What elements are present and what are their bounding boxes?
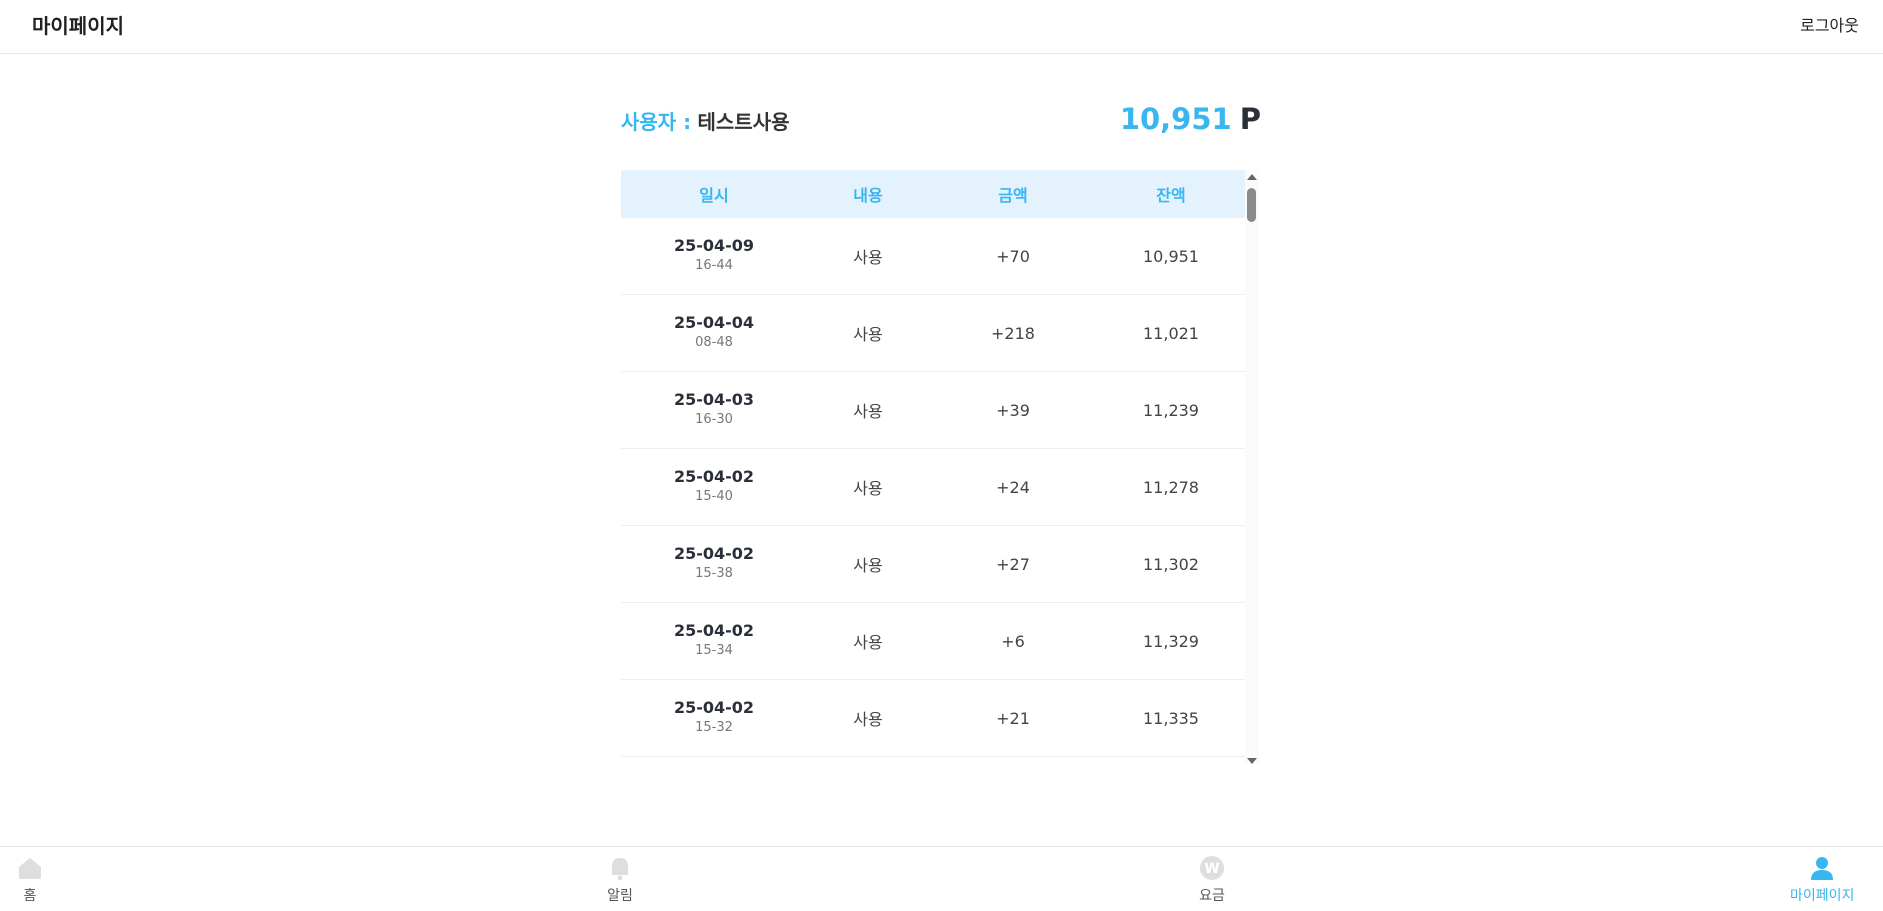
content-cell: 사용 [853,710,883,729]
nav-mypage[interactable]: 마이페이지 [1790,855,1854,905]
points-unit: P [1239,102,1261,136]
date-text: 25-04-09 [673,236,755,255]
table-row: 25-04-02 15-38 사용 +27 11,302 [621,526,1245,603]
user-icon [1811,857,1834,880]
content-cell: 사용 [853,556,883,575]
user-label: 사용자 : [621,110,692,134]
header-amount: 금액 [998,186,1028,205]
date-text: 25-04-02 [673,621,755,640]
datetime-cell: 25-04-04 08-48 [621,313,807,353]
header-content: 내용 [853,186,883,205]
table-row: 25-04-02 15-32 사용 +21 11,335 [621,680,1245,757]
datetime-cell: 25-04-02 15-40 [621,467,807,507]
amount-cell: +27 [996,554,1030,574]
datetime-cell: 25-04-02 15-34 [621,621,807,661]
content-cell: 사용 [853,402,883,421]
amount-cell: +39 [996,400,1030,420]
nav-home-label: 홈 [23,888,37,904]
table-row: 25-04-02 15-40 사용 +24 11,278 [621,449,1245,526]
scroll-down-arrow-icon[interactable] [1247,758,1257,764]
date-text: 25-04-02 [673,467,755,486]
amount-cell: +70 [996,246,1030,266]
balance-cell: 11,021 [1143,323,1199,343]
balance-cell: 11,239 [1143,400,1199,420]
table-row: 25-04-03 16-30 사용 +39 11,239 [621,372,1245,449]
nav-mypage-label: 마이페이지 [1790,888,1855,904]
balance-cell: 10,951 [1143,246,1199,266]
datetime-cell: 25-04-02 15-38 [621,544,807,584]
page-title: 마이페이지 [32,14,124,38]
balance-cell: 11,302 [1143,554,1199,574]
nav-fee[interactable]: W 요금 [1199,855,1225,905]
table-row: 25-04-09 16-44 사용 +70 10,951 [621,218,1245,295]
nav-home[interactable]: 홈 [17,855,43,905]
amount-cell: +6 [1001,631,1025,651]
nav-alerts-label: 알림 [607,888,633,904]
header-balance: 잔액 [1156,186,1186,205]
datetime-cell: 25-04-03 16-30 [621,390,807,430]
table-row: 25-04-04 08-48 사용 +218 11,021 [621,295,1245,372]
nav-alerts[interactable]: 알림 [607,855,633,905]
time-text: 15-34 [695,643,733,658]
user-info: 사용자 : 테스트사용 [621,106,790,135]
header-datetime: 일시 [699,186,729,205]
won-coin-icon: W [1200,856,1224,880]
datetime-cell: 25-04-09 16-44 [621,236,807,276]
table-row: 25-04-02 15-34 사용 +6 11,329 [621,603,1245,680]
table-body[interactable]: 25-04-09 16-44 사용 +70 10,951 25-04-04 08-4… [621,218,1245,758]
amount-cell: +218 [991,323,1035,343]
scroll-up-arrow-icon[interactable] [1247,174,1257,180]
time-text: 15-32 [695,720,733,735]
balance-cell: 11,335 [1143,708,1199,728]
svg-text:W: W [1204,861,1219,877]
scrollbar-thumb[interactable] [1247,188,1256,222]
logout-button[interactable]: 로그아웃 [1800,12,1859,36]
balance-cell: 11,278 [1143,477,1199,497]
time-text: 16-44 [695,258,733,273]
balance-cell: 11,329 [1143,631,1199,651]
user-name: 테스트사용 [697,110,790,134]
bell-icon [612,858,628,881]
table-header: 일시 내용 금액 잔액 [621,170,1245,218]
table-scrollbar[interactable] [1245,170,1259,764]
time-text: 16-30 [695,412,733,427]
points-value: 10,951 [1119,102,1232,136]
content-cell: 사용 [853,248,883,267]
date-text: 25-04-03 [673,390,755,409]
home-icon [19,858,41,879]
content-cell: 사용 [853,325,883,344]
points-balance: 10,951 P [1120,102,1261,136]
nav-fee-label: 요금 [1199,888,1225,904]
bottom-nav: 홈 알림 W 요금 마이페이지 [0,846,1883,911]
content-cell: 사용 [853,633,883,652]
amount-cell: +21 [996,708,1030,728]
date-text: 25-04-04 [673,313,755,332]
datetime-cell: 25-04-02 15-32 [621,698,807,738]
time-text: 08-48 [695,335,733,350]
date-text: 25-04-02 [673,698,755,717]
time-text: 15-40 [695,489,733,504]
time-text: 15-38 [695,566,733,581]
top-bar: 마이페이지 로그아웃 [0,0,1883,54]
content-cell: 사용 [853,479,883,498]
point-history-table: 일시 내용 금액 잔액 25-04-09 16-44 사용 +70 10,951 … [621,170,1261,764]
date-text: 25-04-02 [673,544,755,563]
amount-cell: +24 [996,477,1030,497]
